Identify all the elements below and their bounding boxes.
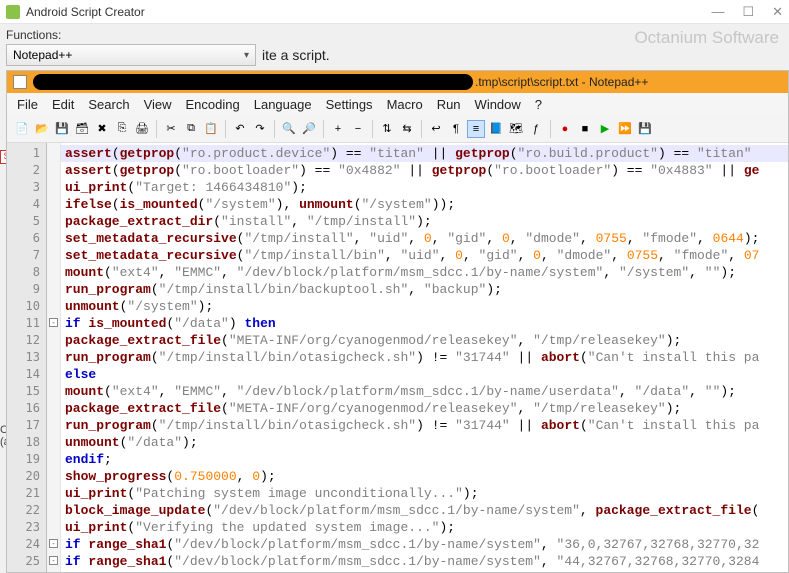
func-list-icon[interactable]: ƒ — [527, 120, 545, 138]
code-line[interactable]: ui_print("Patching system image uncondit… — [61, 485, 788, 502]
show-all-chars-icon[interactable]: ¶ — [447, 120, 465, 138]
menu-run[interactable]: Run — [437, 97, 461, 112]
print-icon[interactable]: 🖨 — [133, 120, 151, 138]
menu-macro[interactable]: Macro — [387, 97, 423, 112]
code-line[interactable]: assert(getprop("ro.product.device") == "… — [61, 145, 788, 162]
code-line[interactable]: unmount("/system"); — [61, 298, 788, 315]
minimize-button[interactable]: — — [711, 4, 724, 20]
code-line[interactable]: package_extract_file("META-INF/org/cyano… — [61, 400, 788, 417]
redacted-path — [33, 74, 473, 90]
fold-toggle[interactable]: - — [49, 318, 58, 327]
menu-search[interactable]: Search — [88, 97, 129, 112]
functions-select-value: Notepad++ — [13, 48, 72, 62]
brand-watermark: Octanium Software — [634, 28, 779, 48]
menu-encoding[interactable]: Encoding — [186, 97, 240, 112]
code-line[interactable]: if range_sha1("/dev/block/platform/msm_s… — [61, 536, 788, 553]
code-line[interactable]: package_extract_file("META-INF/org/cyano… — [61, 332, 788, 349]
play-multi-icon[interactable]: ⏩ — [616, 120, 634, 138]
code-line[interactable]: block_image_update("/dev/block/platform/… — [61, 502, 788, 519]
app-titlebar: Android Script Creator — ☐ ✕ — [0, 0, 789, 24]
zoom-out-icon[interactable]: − — [349, 120, 367, 138]
code-line[interactable]: show_progress(0.750000, 0); — [61, 468, 788, 485]
app-title: Android Script Creator — [26, 5, 711, 19]
close-button[interactable]: ✕ — [772, 4, 783, 20]
indent-guide-icon[interactable]: ≡ — [467, 120, 485, 138]
code-line[interactable]: ifelse(is_mounted("/system"), unmount("/… — [61, 196, 788, 213]
find-icon[interactable]: 🔍 — [280, 120, 298, 138]
copy-icon[interactable]: ⧉ — [182, 120, 200, 138]
code-line[interactable]: ui_print("Verifying the updated system i… — [61, 519, 788, 536]
fold-toggle[interactable]: - — [49, 539, 58, 548]
functions-select[interactable]: Notepad++ — [6, 44, 256, 66]
app-icon — [6, 5, 20, 19]
menu-language[interactable]: Language — [254, 97, 312, 112]
sync-v-icon[interactable]: ⇅ — [378, 120, 396, 138]
user-lang-icon[interactable]: 📘 — [487, 120, 505, 138]
notepadpp-titlebar[interactable]: .tmp\script\script.txt - Notepad++ — [7, 71, 788, 93]
play-icon[interactable]: ▶ — [596, 120, 614, 138]
notepadpp-toolbar: 📄 📂 💾 🗃 ✖ ⎘ 🖨 ✂ ⧉ 📋 ↶ ↷ 🔍 🔎 + − ⇅ ⇆ ↩ ¶ … — [7, 115, 788, 143]
code-line[interactable]: assert(getprop("ro.bootloader") == "0x48… — [61, 162, 788, 179]
code-editor[interactable]: 1234567891011121314151617181920212223242… — [7, 143, 788, 572]
close-file-icon[interactable]: ✖ — [93, 120, 111, 138]
code-line[interactable]: if is_mounted("/data") then — [61, 315, 788, 332]
code-line[interactable]: set_metadata_recursive("/tmp/install", "… — [61, 230, 788, 247]
notepadpp-menubar: File Edit Search View Encoding Language Settin… — [7, 93, 788, 115]
menu-window[interactable]: Window — [475, 97, 521, 112]
save-macro-icon[interactable]: 💾 — [636, 120, 654, 138]
menu-settings[interactable]: Settings — [326, 97, 373, 112]
sync-h-icon[interactable]: ⇆ — [398, 120, 416, 138]
fold-toggle[interactable]: - — [49, 556, 58, 565]
code-line[interactable]: mount("ext4", "EMMC", "/dev/block/platfo… — [61, 383, 788, 400]
menu-file[interactable]: File — [17, 97, 38, 112]
new-file-icon[interactable]: 📄 — [13, 120, 31, 138]
code-line[interactable]: else — [61, 366, 788, 383]
save-all-icon[interactable]: 🗃 — [73, 120, 91, 138]
line-number-gutter: 1234567891011121314151617181920212223242… — [7, 143, 47, 572]
cut-icon[interactable]: ✂ — [162, 120, 180, 138]
menu-view[interactable]: View — [144, 97, 172, 112]
fold-gutter[interactable]: - - - — [47, 143, 61, 572]
script-hint-text: ite a script. — [262, 47, 330, 63]
document-icon — [13, 75, 27, 89]
code-line[interactable]: endif; — [61, 451, 788, 468]
wrap-icon[interactable]: ↩ — [427, 120, 445, 138]
paste-icon[interactable]: 📋 — [202, 120, 220, 138]
code-line[interactable]: ui_print("Target: 1466434810"); — [61, 179, 788, 196]
zoom-in-icon[interactable]: + — [329, 120, 347, 138]
notepadpp-title-text: .tmp\script\script.txt - Notepad++ — [475, 75, 648, 89]
open-file-icon[interactable]: 📂 — [33, 120, 51, 138]
menu-help[interactable]: ? — [535, 97, 542, 112]
code-line[interactable]: if range_sha1("/dev/block/platform/msm_s… — [61, 553, 788, 570]
close-all-icon[interactable]: ⎘ — [113, 120, 131, 138]
redo-icon[interactable]: ↷ — [251, 120, 269, 138]
record-icon[interactable]: ● — [556, 120, 574, 138]
code-line[interactable]: run_program("/tmp/install/bin/backuptool… — [61, 281, 788, 298]
maximize-button[interactable]: ☐ — [742, 4, 754, 20]
notepadpp-window: .tmp\script\script.txt - Notepad++ File E… — [6, 70, 789, 573]
replace-icon[interactable]: 🔎 — [300, 120, 318, 138]
doc-map-icon[interactable]: 🗺 — [507, 120, 525, 138]
code-line[interactable]: run_program("/tmp/install/bin/otasigchec… — [61, 349, 788, 366]
stop-icon[interactable]: ■ — [576, 120, 594, 138]
code-line[interactable]: run_program("/tmp/install/bin/otasigchec… — [61, 417, 788, 434]
code-line[interactable]: set_metadata_recursive("/tmp/install/bin… — [61, 247, 788, 264]
undo-icon[interactable]: ↶ — [231, 120, 249, 138]
code-line[interactable]: package_extract_dir("install", "/tmp/ins… — [61, 213, 788, 230]
code-line[interactable]: mount("ext4", "EMMC", "/dev/block/platfo… — [61, 264, 788, 281]
save-icon[interactable]: 💾 — [53, 120, 71, 138]
code-area[interactable]: assert(getprop("ro.product.device") == "… — [61, 143, 788, 572]
code-line[interactable]: unmount("/data"); — [61, 434, 788, 451]
menu-edit[interactable]: Edit — [52, 97, 74, 112]
